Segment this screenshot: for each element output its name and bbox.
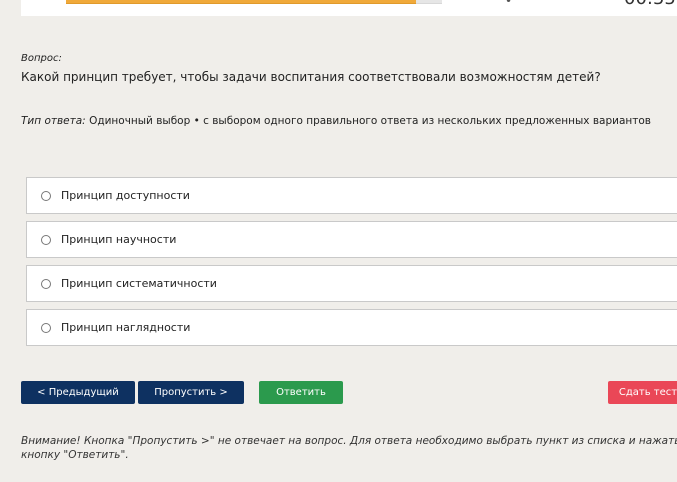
option-systematic[interactable]: Принцип систематичности	[26, 265, 677, 302]
progress-fill	[66, 0, 416, 4]
answer-type: Тип ответа: Одиночный выбор • с выбором …	[21, 115, 651, 127]
progress-bar	[66, 0, 442, 4]
progress-header: • 00:55:00	[21, 0, 677, 16]
option-label: Принцип научности	[61, 233, 177, 246]
option-label: Принцип систематичности	[61, 277, 217, 290]
question-label: Вопрос:	[21, 53, 62, 64]
radio-icon[interactable]	[41, 279, 51, 289]
timer-display: 00:55:00	[624, 0, 677, 9]
radio-icon[interactable]	[41, 191, 51, 201]
radio-icon[interactable]	[41, 323, 51, 333]
skip-button[interactable]: Пропустить >	[138, 381, 244, 404]
option-label: Принцип доступности	[61, 189, 190, 202]
option-scientific[interactable]: Принцип научности	[26, 221, 677, 258]
option-accessibility[interactable]: Принцип доступности	[26, 177, 677, 214]
finish-test-button[interactable]: Сдать тест	[608, 381, 677, 404]
separator-dot: •	[505, 0, 513, 8]
question-text: Какой принцип требует, чтобы задачи восп…	[21, 70, 601, 84]
warning-note: Внимание! Кнопка "Пропустить >" не отвеч…	[21, 435, 677, 461]
radio-icon[interactable]	[41, 235, 51, 245]
answer-type-value: Одиночный выбор • с выбором одного прави…	[89, 115, 651, 127]
option-label: Принцип наглядности	[61, 321, 191, 334]
answer-button[interactable]: Ответить	[259, 381, 343, 404]
previous-button[interactable]: < Предыдущий	[21, 381, 135, 404]
answer-type-label: Тип ответа:	[21, 115, 86, 127]
option-visual[interactable]: Принцип наглядности	[26, 309, 677, 346]
